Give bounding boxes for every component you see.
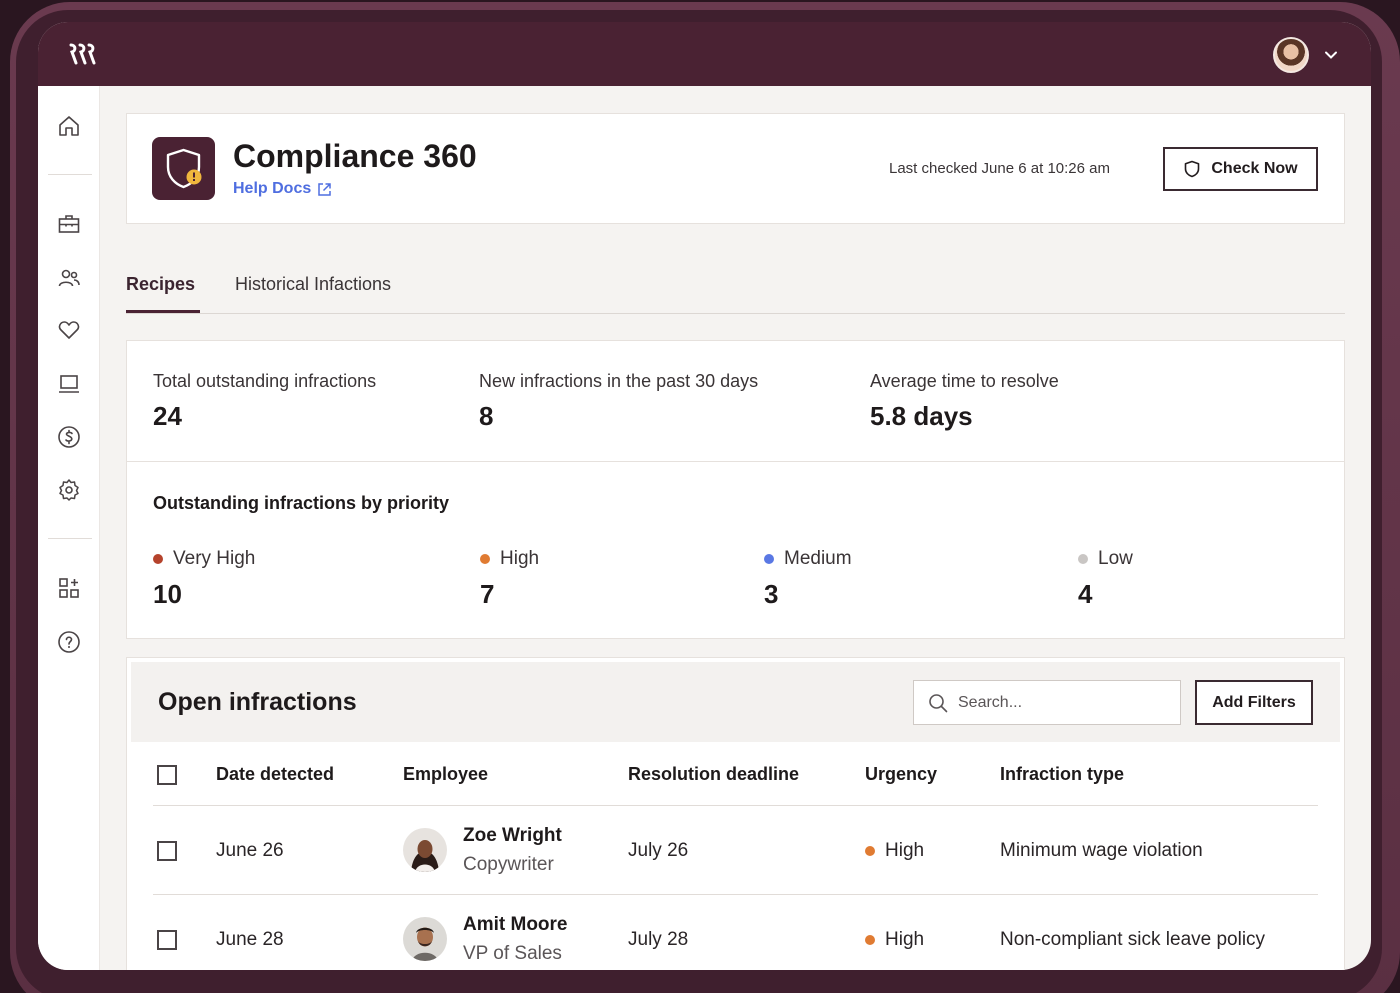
table-toolbar: Open infractions Add Filters xyxy=(131,662,1340,742)
shield-alert-icon xyxy=(166,148,202,189)
row-deadline: July 26 xyxy=(628,840,689,861)
apps-add-icon[interactable] xyxy=(57,576,81,600)
priority-medium-value: 3 xyxy=(764,579,779,609)
row-deadline: July 28 xyxy=(628,929,689,950)
briefcase-icon[interactable] xyxy=(57,212,81,236)
medium-text: Medium xyxy=(784,548,852,569)
active-tab-indicator xyxy=(126,310,200,313)
divider xyxy=(127,461,1344,462)
search-icon xyxy=(929,693,948,712)
page-title: Compliance 360 xyxy=(233,138,477,174)
open-infractions-card: Open infractions Add Filters Date detect… xyxy=(126,657,1345,970)
divider xyxy=(153,805,1318,806)
col-employee[interactable]: Employee xyxy=(403,764,488,785)
urgency-text: High xyxy=(885,840,925,861)
help-icon[interactable] xyxy=(57,630,81,654)
high-dot xyxy=(480,554,490,564)
select-all-checkbox[interactable] xyxy=(157,765,177,785)
priority-high-value: 7 xyxy=(480,579,495,609)
laptop-icon[interactable] xyxy=(57,372,81,396)
rippling-logo[interactable] xyxy=(68,43,98,65)
employee-name[interactable]: Zoe Wright xyxy=(463,825,562,847)
home-icon[interactable] xyxy=(57,114,81,138)
help-docs-link[interactable]: Help Docs xyxy=(233,180,332,198)
table-title: Open infractions xyxy=(158,688,357,716)
urgency-dot xyxy=(865,935,875,945)
main-content: Compliance 360 Help Docs Last checked Ju… xyxy=(100,86,1371,970)
urgency-dot xyxy=(865,846,875,856)
dollar-icon[interactable] xyxy=(57,425,81,449)
new-infractions-label: New infractions in the past 30 days xyxy=(479,371,759,391)
very-high-dot xyxy=(153,554,163,564)
row-urgency: High xyxy=(865,929,924,951)
priority-low-value: 4 xyxy=(1078,579,1093,609)
divider xyxy=(153,894,1318,895)
employee-avatar xyxy=(403,828,447,872)
search-field[interactable] xyxy=(913,680,1181,725)
app-header-card: Compliance 360 Help Docs Last checked Ju… xyxy=(126,113,1345,224)
avg-resolve-value: 5.8 days xyxy=(870,401,973,431)
people-icon[interactable] xyxy=(57,266,81,290)
priority-medium-label: Medium xyxy=(764,548,852,570)
sidebar xyxy=(38,86,100,970)
row-date: June 26 xyxy=(216,840,284,861)
medium-dot xyxy=(764,554,774,564)
heart-icon[interactable] xyxy=(57,318,81,342)
priority-very-high-value: 10 xyxy=(153,579,182,609)
external-link-icon xyxy=(318,182,331,196)
low-dot xyxy=(1078,554,1088,564)
low-text: Low xyxy=(1098,548,1133,569)
row-checkbox[interactable] xyxy=(157,930,177,950)
stats-card: Total outstanding infractions 24 New inf… xyxy=(126,340,1345,639)
check-now-button[interactable]: Check Now xyxy=(1163,147,1318,191)
row-infraction-type: Non-compliant sick leave policy xyxy=(1000,929,1266,950)
employee-role: VP of Sales xyxy=(463,943,562,964)
chevron-down-icon[interactable] xyxy=(1324,48,1338,62)
user-avatar[interactable] xyxy=(1273,37,1309,73)
check-now-label: Check Now xyxy=(1211,160,1298,177)
employee-name[interactable]: Amit Moore xyxy=(463,914,568,936)
settings-icon[interactable] xyxy=(57,478,81,502)
col-resolution-deadline[interactable]: Resolution deadline xyxy=(628,764,799,785)
col-urgency[interactable]: Urgency xyxy=(865,764,937,785)
total-infractions-value: 24 xyxy=(153,401,182,431)
priority-low-label: Low xyxy=(1078,548,1133,570)
add-filters-button[interactable]: Add Filters xyxy=(1195,680,1313,725)
employee-role: Copywriter xyxy=(463,854,554,875)
row-urgency: High xyxy=(865,840,924,862)
new-infractions-value: 8 xyxy=(479,401,494,431)
tab-bar: Recipes Historical Infactions xyxy=(126,256,1345,314)
employee-avatar xyxy=(403,917,447,961)
avg-resolve-label: Average time to resolve xyxy=(870,371,1059,391)
row-infraction-type: Minimum wage violation xyxy=(1000,840,1203,861)
last-checked-text: Last checked June 6 at 10:26 am xyxy=(889,160,1110,177)
top-bar xyxy=(38,22,1371,86)
help-docs-label: Help Docs xyxy=(233,180,312,197)
very-high-text: Very High xyxy=(173,548,256,569)
row-date: June 28 xyxy=(216,929,284,950)
tab-historical-infactions[interactable]: Historical Infactions xyxy=(235,274,391,295)
col-date-detected[interactable]: Date detected xyxy=(216,764,334,785)
row-checkbox[interactable] xyxy=(157,841,177,861)
search-input[interactable] xyxy=(958,693,1158,712)
priority-section-title: Outstanding infractions by priority xyxy=(153,493,450,513)
urgency-text: High xyxy=(885,929,925,950)
total-infractions-label: Total outstanding infractions xyxy=(153,371,377,391)
sidebar-divider xyxy=(48,538,92,539)
sidebar-divider xyxy=(48,174,92,175)
app-window: Compliance 360 Help Docs Last checked Ju… xyxy=(38,22,1371,970)
high-text: High xyxy=(500,548,540,569)
col-infraction-type[interactable]: Infraction type xyxy=(1000,764,1124,785)
priority-very-high-label: Very High xyxy=(153,548,255,570)
shield-icon xyxy=(1185,160,1200,178)
tab-recipes[interactable]: Recipes xyxy=(126,274,195,295)
compliance-app-icon xyxy=(152,137,215,200)
priority-high-label: High xyxy=(480,548,539,570)
